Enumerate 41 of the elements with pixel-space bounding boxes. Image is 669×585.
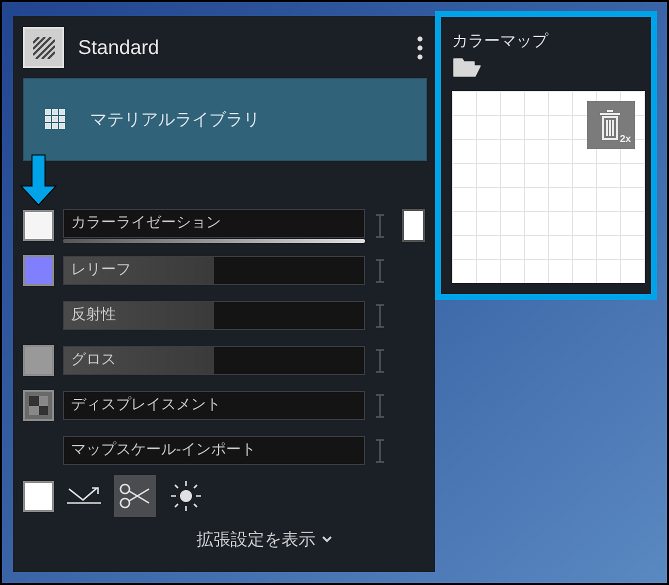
material-library-button[interactable]: マテリアルライブラリ	[23, 78, 427, 161]
reflection-icon	[66, 487, 102, 505]
color-swatch[interactable]	[23, 210, 54, 241]
tool-button[interactable]	[114, 475, 156, 517]
text-cursor-icon	[374, 258, 386, 284]
folder-icon[interactable]	[452, 56, 482, 78]
channel-label: レリーフ	[70, 260, 131, 280]
slider-track[interactable]: グロス	[63, 346, 365, 375]
sun-icon	[169, 479, 203, 513]
show-advanced-settings-link[interactable]: 拡張設定を表示	[196, 527, 332, 552]
delete-button[interactable]: 2x	[587, 101, 635, 149]
text-cursor-icon	[374, 348, 386, 374]
text-cursor-icon	[374, 212, 386, 238]
text-cursor-icon	[374, 438, 386, 464]
color-swatch[interactable]	[23, 255, 54, 286]
chevron-down-icon	[322, 536, 332, 544]
text-field[interactable]: カラーライゼーション	[63, 208, 365, 238]
scissors-icon	[118, 481, 152, 511]
text-cursor-icon	[374, 392, 386, 418]
more-options-icon[interactable]	[417, 36, 423, 60]
texture-icon[interactable]	[23, 390, 54, 421]
slider-track[interactable]: レリーフ	[63, 256, 365, 285]
color-swatch[interactable]	[402, 209, 425, 242]
text-field[interactable]: マップスケール-インポート	[63, 436, 365, 465]
text-field[interactable]: ディスプレイスメント	[63, 391, 365, 420]
color-swatch[interactable]	[23, 345, 54, 376]
channel-label: ディスプレイスメント	[70, 395, 221, 416]
trash-icon	[599, 109, 621, 141]
channel-label: マップスケール-インポート	[70, 440, 256, 460]
material-thumbnail[interactable]	[23, 27, 64, 68]
channel-label: グロス	[70, 350, 116, 370]
color-swatch[interactable]	[23, 480, 54, 512]
channel-label: カラーライゼーション	[70, 212, 221, 233]
text-cursor-icon	[374, 302, 386, 328]
down-arrow-icon	[20, 154, 57, 206]
delete-count: 2x	[620, 135, 631, 145]
grid-icon	[45, 109, 66, 130]
channel-label: 反射性	[70, 305, 116, 326]
color-map-title: カラーマップ	[452, 32, 550, 52]
slider-track[interactable]: 反射性	[63, 301, 365, 330]
material-name: Standard	[78, 36, 160, 60]
